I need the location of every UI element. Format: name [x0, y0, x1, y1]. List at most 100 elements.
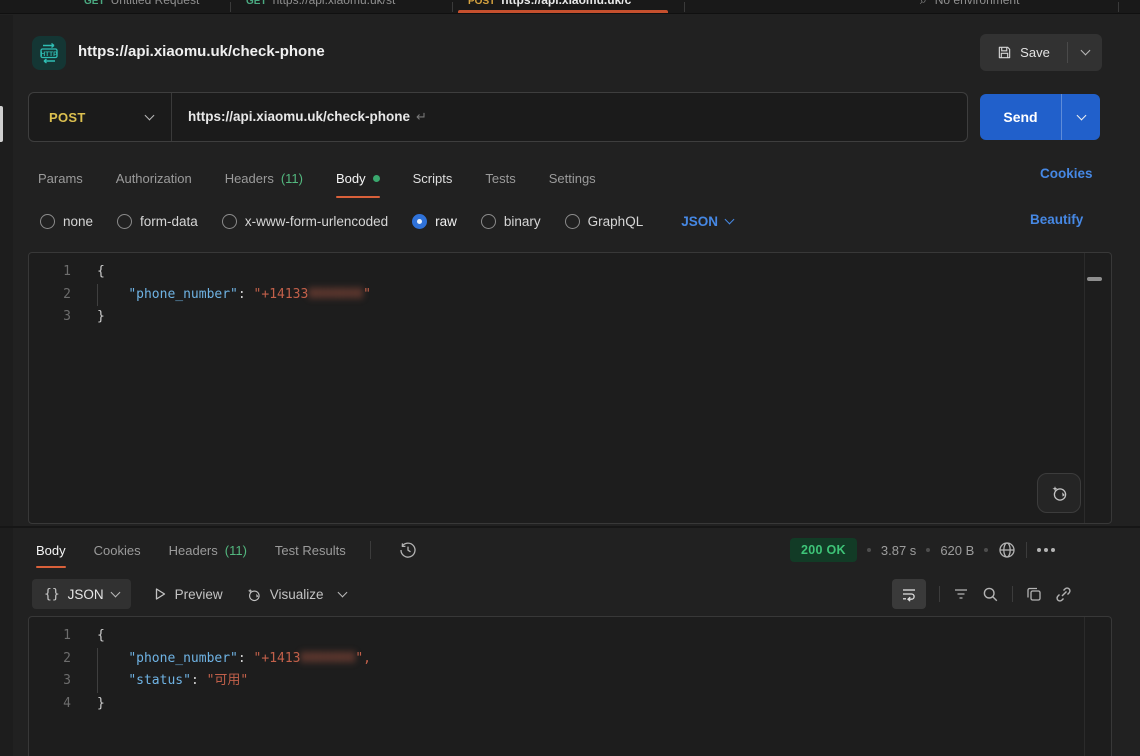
mode-none[interactable]: none — [40, 214, 93, 229]
svg-text:HTTP: HTTP — [41, 51, 58, 58]
app-window: GETUntitled Request GEThttps://api.xiaom… — [0, 0, 1140, 756]
method-value: POST — [49, 110, 86, 125]
mode-binary[interactable]: binary — [481, 214, 541, 229]
open-tab-2[interactable]: GEThttps://api.xiaomu.uk/st — [246, 0, 395, 7]
request-response-divider[interactable] — [0, 526, 1140, 528]
beautify-link[interactable]: Beautify — [1030, 212, 1083, 227]
response-tab-cookies[interactable]: Cookies — [94, 532, 141, 568]
cookies-link[interactable]: Cookies — [1040, 166, 1093, 181]
tab-authorization[interactable]: Authorization — [116, 158, 192, 198]
chevron-down-icon — [725, 214, 735, 224]
mode-form-data[interactable]: form-data — [117, 214, 198, 229]
headers-count-badge: (11) — [281, 171, 303, 186]
search-response-button[interactable] — [982, 586, 999, 603]
save-options-button[interactable] — [1068, 34, 1102, 71]
tab-tests[interactable]: Tests — [485, 158, 515, 198]
line-number: 1 — [29, 261, 71, 284]
network-info-button[interactable] — [998, 541, 1016, 559]
sidebar-drag-handle[interactable] — [0, 106, 3, 142]
response-tab-headers[interactable]: Headers (11) — [169, 532, 247, 568]
divider — [370, 541, 371, 559]
response-tools-right — [892, 578, 1072, 610]
mode-x-www-form-urlencoded[interactable]: x-www-form-urlencoded — [222, 214, 388, 229]
save-label: Save — [1020, 45, 1050, 60]
response-meta: 200 OK 3.87 s 620 B — [790, 532, 1055, 568]
open-tab-1[interactable]: GETUntitled Request — [84, 0, 199, 7]
request-body-code: 1 { 2 "phone_number": "+141338888888" 3 … — [29, 261, 1081, 329]
response-headers-count-badge: (11) — [225, 543, 247, 558]
method-dropdown[interactable]: POST — [29, 93, 171, 141]
active-tab-underline — [458, 10, 668, 13]
tab-settings[interactable]: Settings — [549, 158, 596, 198]
filter-button[interactable] — [953, 586, 969, 602]
copy-icon — [1026, 586, 1042, 602]
code-line: 1 { — [29, 261, 1081, 284]
request-tab-strip: GETUntitled Request GEThttps://api.xiaom… — [0, 0, 1140, 14]
postbot-sparkle-icon — [1049, 483, 1069, 503]
visualize-options-chevron-icon[interactable] — [338, 587, 348, 597]
request-header: HTTP https://api.xiaomu.uk/check-phone S… — [0, 15, 1140, 87]
meta-separator-dot — [867, 548, 871, 552]
response-format-dropdown[interactable]: {} JSON — [32, 579, 131, 609]
url-input[interactable]: https://api.xiaomu.uk/check-phone↵ — [172, 109, 427, 125]
more-options-icon[interactable] — [1037, 548, 1055, 552]
editor-scroll-gutter — [1084, 253, 1085, 523]
tab-headers[interactable]: Headers (11) — [225, 158, 303, 198]
radio-icon — [565, 214, 580, 229]
response-size[interactable]: 620 B — [940, 543, 974, 558]
request-tabs: Params Authorization Headers (11) Body S… — [38, 158, 596, 198]
response-tabs: Body Cookies Headers (11) Test Results — [36, 532, 417, 568]
tab-body[interactable]: Body — [336, 158, 380, 198]
preview-button[interactable]: Preview — [153, 587, 223, 602]
wrap-text-icon — [901, 586, 917, 602]
tab-scripts[interactable]: Scripts — [413, 158, 453, 198]
divider — [1026, 542, 1027, 558]
open-tab-3-active[interactable]: POSThttps://api.xiaomu.uk/c — [468, 0, 631, 7]
tab-separator — [230, 2, 231, 12]
response-time[interactable]: 3.87 s — [881, 543, 916, 558]
tab-params[interactable]: Params — [38, 158, 83, 198]
code-line: 2 "phone_number": "+141338888888" — [29, 284, 1081, 307]
meta-separator-dot — [926, 548, 930, 552]
line-number: 3 — [29, 306, 71, 329]
json-key: "phone_number" — [128, 651, 238, 666]
json-string-value: "可用" — [207, 673, 249, 688]
divider — [939, 586, 940, 602]
link-icon — [1055, 586, 1072, 603]
share-link-button[interactable] — [1055, 586, 1072, 603]
response-tab-body[interactable]: Body — [36, 532, 66, 568]
environment-selector[interactable]: ⌕No environment — [920, 0, 1019, 8]
body-mode-row: none form-data x-www-form-urlencoded raw… — [40, 204, 733, 238]
visualize-button[interactable]: Visualize — [245, 586, 324, 603]
code-line: 4 } — [29, 693, 1081, 716]
search-icon: ⌕ — [920, 0, 927, 7]
send-button[interactable]: Send — [980, 109, 1061, 125]
radio-icon — [117, 214, 132, 229]
postbot-button[interactable] — [1037, 473, 1081, 513]
globe-icon — [998, 541, 1016, 559]
code-line: 3 } — [29, 306, 1081, 329]
line-number: 3 — [29, 670, 71, 693]
divider — [1012, 586, 1013, 602]
json-string-value: "+1413 — [254, 651, 301, 666]
response-history-button[interactable] — [399, 541, 417, 559]
status-badge[interactable]: 200 OK — [790, 538, 857, 562]
save-button[interactable]: Save — [980, 34, 1067, 71]
response-tab-test-results[interactable]: Test Results — [275, 532, 346, 568]
editor-scrollbar-thumb[interactable] — [1087, 277, 1102, 281]
language-dropdown[interactable]: JSON — [681, 214, 733, 229]
request-body-editor[interactable]: 1 { 2 "phone_number": "+141338888888" 3 … — [28, 252, 1112, 524]
send-options-button[interactable] — [1062, 116, 1100, 119]
history-clock-icon — [399, 541, 417, 559]
mode-raw-selected[interactable]: raw — [412, 214, 457, 229]
copy-response-button[interactable] — [1026, 586, 1042, 602]
meta-separator-dot — [984, 548, 988, 552]
request-title: https://api.xiaomu.uk/check-phone — [78, 43, 325, 60]
chevron-down-icon — [110, 587, 120, 597]
radio-icon — [481, 214, 496, 229]
wrap-text-button[interactable] — [892, 579, 926, 609]
mode-graphql[interactable]: GraphQL — [565, 214, 644, 229]
response-body-editor[interactable]: 1 { 2 "phone_number": "+14138888888", 3 … — [28, 616, 1112, 756]
radio-selected-icon — [412, 214, 427, 229]
radio-icon — [40, 214, 55, 229]
